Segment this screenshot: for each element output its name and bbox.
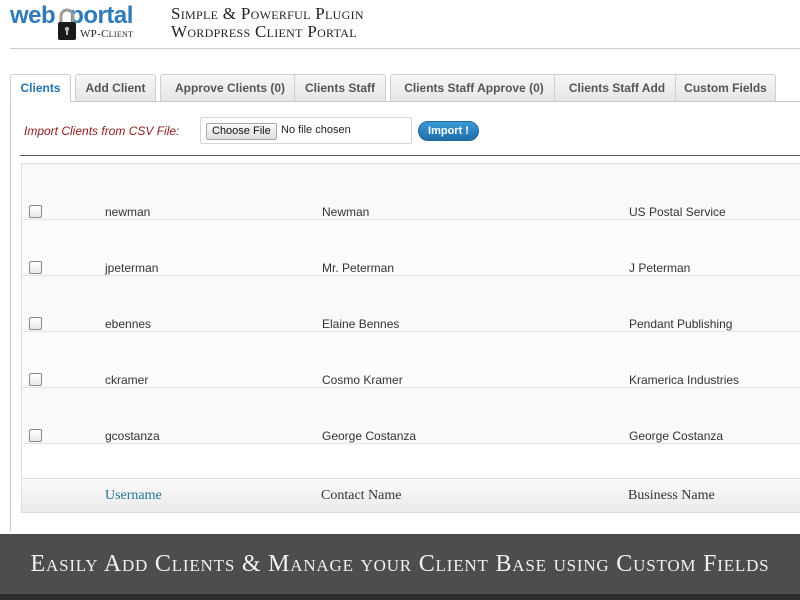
import-button[interactable]: Import ! bbox=[418, 121, 479, 141]
tab-clients[interactable]: Clients bbox=[10, 74, 71, 102]
row-checkbox[interactable] bbox=[29, 429, 42, 442]
tab-approve-clients[interactable]: Approve Clients (0) bbox=[160, 74, 300, 101]
import-csv-label: Import Clients from CSV File: bbox=[24, 124, 180, 138]
table-row: gcostanza George Costanza George Costanz… bbox=[22, 388, 800, 444]
tab-clients-staff[interactable]: Clients Staff bbox=[294, 74, 386, 101]
cell-contact-name: Mr. Peterman bbox=[322, 261, 395, 275]
choose-file-button[interactable]: Choose File bbox=[206, 123, 277, 140]
content-left-border bbox=[10, 101, 11, 531]
row-checkbox[interactable] bbox=[29, 373, 42, 386]
row-checkbox[interactable] bbox=[29, 205, 42, 218]
table-row: ckramer Cosmo Kramer Kramerica Industrie… bbox=[22, 332, 800, 388]
header-divider bbox=[10, 48, 800, 49]
tab-add-client[interactable]: Add Client bbox=[75, 74, 156, 101]
cell-username: ckramer bbox=[105, 373, 149, 387]
padlock-icon bbox=[58, 8, 76, 40]
tab-clients-staff-add[interactable]: Clients Staff Add bbox=[554, 74, 680, 101]
tab-baseline bbox=[10, 101, 800, 102]
cell-username: newman bbox=[105, 205, 151, 219]
tagline-line-1: Simple & Powerful Plugin bbox=[171, 4, 364, 23]
cell-business-name: George Costanza bbox=[629, 429, 724, 443]
cell-contact-name: Cosmo Kramer bbox=[322, 373, 403, 387]
tab-clients-staff-approve[interactable]: Clients Staff Approve (0) bbox=[390, 74, 558, 101]
page-header: web portal WP-Client Simple & Powerful Pl… bbox=[0, 0, 800, 50]
table-footer-row: Username Contact Name Business Name bbox=[22, 478, 800, 512]
table-row: newman Newman US Postal Service bbox=[22, 164, 800, 220]
cell-username: jpeterman bbox=[105, 261, 159, 275]
header-tagline: Simple & Powerful Plugin Wordpress Clien… bbox=[171, 5, 364, 41]
cell-contact-name: Newman bbox=[322, 205, 370, 219]
table-row: ebennes Elaine Bennes Pendant Publishing bbox=[22, 276, 800, 332]
tagline-line-2: Wordpress Client Portal bbox=[171, 22, 357, 41]
clients-table: Username Contact Name Business Name newm… bbox=[21, 163, 800, 513]
footer-header-contact-name: Contact Name bbox=[321, 488, 402, 503]
promo-banner: Easily Add Clients & Manage your Client … bbox=[0, 534, 800, 594]
logo-part-portal: portal bbox=[69, 2, 133, 29]
cell-contact-name: Elaine Bennes bbox=[322, 317, 400, 331]
row-checkbox[interactable] bbox=[29, 261, 42, 274]
file-status-text: No file chosen bbox=[281, 124, 351, 136]
banner-caption: Easily Add Clients & Manage your Client … bbox=[30, 551, 770, 577]
table-row: jpeterman Mr. Peterman J Peterman bbox=[22, 220, 800, 276]
import-divider bbox=[20, 155, 800, 156]
cell-business-name: Pendant Publishing bbox=[629, 317, 733, 331]
cell-contact-name: George Costanza bbox=[322, 429, 417, 443]
footer-header-username[interactable]: Username bbox=[105, 488, 162, 504]
cell-username: ebennes bbox=[105, 317, 152, 331]
webportal-logo[interactable]: web portal WP-Client bbox=[10, 2, 142, 44]
csv-file-input[interactable]: Choose File No file chosen bbox=[200, 117, 412, 144]
cell-username: gcostanza bbox=[105, 429, 160, 443]
cell-business-name: Kramerica Industries bbox=[629, 373, 740, 387]
footer-header-business-name: Business Name bbox=[628, 488, 715, 503]
row-checkbox[interactable] bbox=[29, 317, 42, 330]
logo-part-web: web bbox=[10, 2, 56, 29]
cell-business-name: J Peterman bbox=[629, 261, 691, 275]
tab-bar: Clients Add Client Approve Clients (0) C… bbox=[10, 74, 800, 102]
tab-custom-fields[interactable]: Custom Fields bbox=[675, 74, 776, 101]
logo-subtitle: WP-Client bbox=[80, 28, 134, 40]
cell-business-name: US Postal Service bbox=[629, 205, 726, 219]
banner-bottom-strip bbox=[0, 594, 800, 600]
